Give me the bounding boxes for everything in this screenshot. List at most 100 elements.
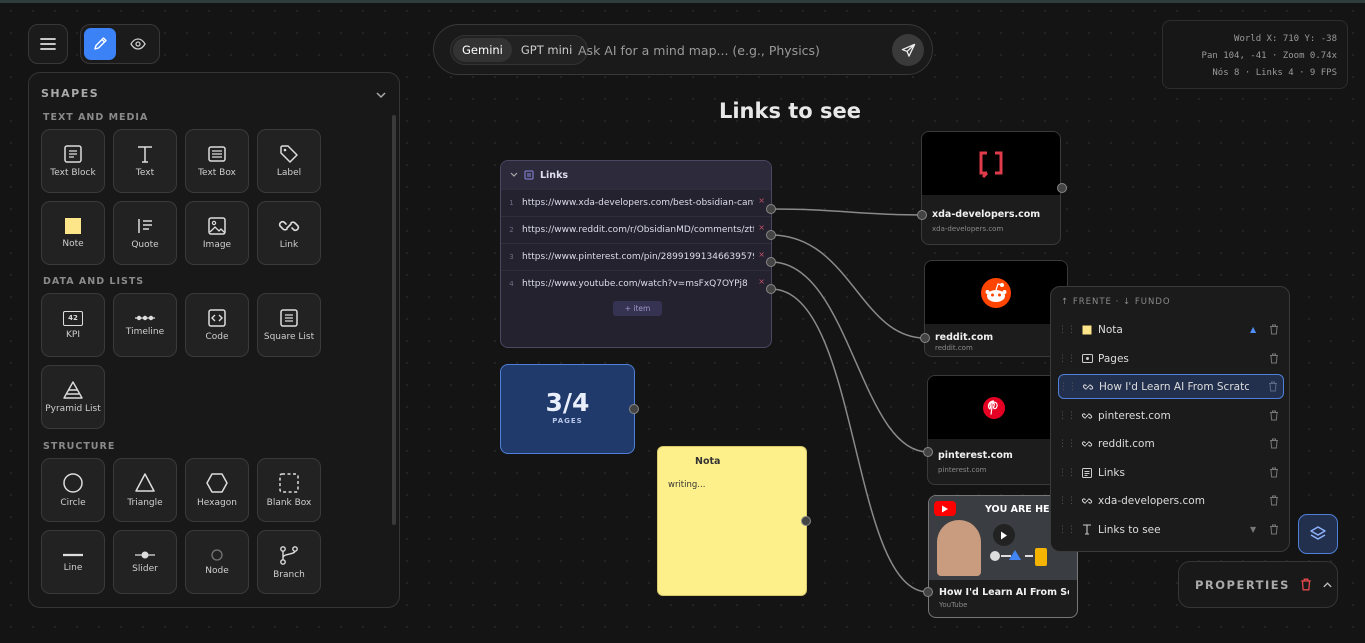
shape-label[interactable]: Label [257,129,321,193]
drag-handle-icon[interactable]: ⋮⋮ [1058,525,1076,535]
item-url[interactable]: https://www.pinterest.com/pin/2899199134… [522,252,754,262]
play-button[interactable] [993,524,1015,546]
view-mode-button[interactable] [122,28,154,60]
list-item[interactable]: 3 https://www.pinterest.com/pin/28991991… [501,243,771,270]
xda-out-port[interactable] [1057,183,1067,193]
list-item[interactable]: 1 https://www.xda-developers.com/best-ob… [501,189,771,216]
ai-prompt-input[interactable] [578,39,878,61]
layers-toggle-button[interactable] [1298,514,1338,554]
youtube-in-port[interactable] [923,587,933,597]
shape-link[interactable]: Link [257,201,321,265]
layer-item-selected[interactable]: ⋮⋮ How I'd Learn AI From Scratch [1058,374,1284,399]
shape-label: Branch [273,570,305,580]
item-url[interactable]: https://www.xda-developers.com/best-obsi… [522,198,754,208]
drag-handle-icon[interactable]: ⋮⋮ [1058,411,1076,421]
layers-panel: ↑ FRENTE · ↓ FUNDO ⋮⋮ Nota ▲ ⋮⋮ Pages ⋮⋮… [1050,286,1290,552]
add-item-button[interactable]: + item [613,301,662,316]
trash-icon[interactable] [1269,410,1279,421]
shape-circle[interactable]: Circle [41,458,105,522]
layer-item[interactable]: ⋮⋮ reddit.com [1058,431,1284,456]
pages-kpi-node[interactable]: 3/4 PAGES [500,364,635,454]
links-port-3[interactable] [766,257,776,267]
pages-port[interactable] [629,404,639,414]
shape-text[interactable]: Text [113,129,177,193]
send-button[interactable] [892,34,924,66]
remove-item-icon[interactable]: × [758,196,765,205]
list-item[interactable]: 2 https://www.reddit.com/r/ObsidianMD/co… [501,216,771,243]
links-list-node[interactable]: Links 1 https://www.xda-developers.com/b… [500,160,772,348]
shape-image[interactable]: Image [185,201,249,265]
chevron-up-icon[interactable] [1322,581,1333,589]
list-item[interactable]: 4 https://www.youtube.com/watch?v=msFxQ7… [501,270,771,297]
edit-mode-button[interactable] [84,28,116,60]
move-down-icon[interactable]: ▼ [1250,525,1264,534]
shape-blank-box[interactable]: Blank Box [257,458,321,522]
link-card-reddit[interactable]: reddit.com reddit.com [924,260,1068,357]
shape-slider[interactable]: Slider [113,530,177,594]
shape-triangle[interactable]: Triangle [113,458,177,522]
shape-branch[interactable]: Branch [257,530,321,594]
layer-item[interactable]: ⋮⋮ Nota ▲ [1058,317,1284,342]
links-port-1[interactable] [766,204,776,214]
properties-bar[interactable]: PROPERTIES [1178,561,1338,608]
shape-quote[interactable]: Quote [113,201,177,265]
trash-icon[interactable] [1269,467,1279,478]
kpi-icon [1081,354,1093,363]
links-port-4[interactable] [766,284,776,294]
play-icon [1001,531,1007,539]
item-url[interactable]: https://www.reddit.com/r/ObsidianMD/comm… [522,225,754,235]
shape-kpi[interactable]: 42 KPI [41,293,105,357]
trash-icon[interactable] [1269,438,1279,449]
move-up-icon[interactable]: ▲ [1250,325,1264,334]
xda-in-port[interactable] [917,210,927,220]
reddit-in-port[interactable] [920,333,930,343]
note-node[interactable]: Nota writing... [657,446,807,596]
model-option-gemini[interactable]: Gemini [453,38,512,62]
shape-hexagon[interactable]: Hexagon [185,458,249,522]
drag-handle-icon[interactable]: ⋮⋮ [1058,468,1076,478]
note-body[interactable]: writing... [668,480,705,490]
panel-scrollbar[interactable] [392,115,396,525]
shape-pyramid-list[interactable]: Pyramid List [41,365,105,429]
shape-note[interactable]: Note [41,201,105,265]
link-card-xda[interactable]: xda-developers.com xda-developers.com [921,131,1061,245]
drag-handle-icon[interactable]: ⋮⋮ [1058,496,1076,506]
shape-text-box[interactable]: Text Box [185,129,249,193]
layers-back-label: ↓ FUNDO [1123,297,1171,307]
chevron-down-icon[interactable] [510,172,518,178]
layer-item[interactable]: ⋮⋮ pinterest.com [1058,403,1284,428]
collapse-panel-button[interactable] [375,85,387,104]
remove-item-icon[interactable]: × [758,250,765,259]
drag-handle-icon[interactable]: ⋮⋮ [1058,325,1076,335]
layer-item[interactable]: ⋮⋮ xda-developers.com [1058,488,1284,513]
pinterest-in-port[interactable] [923,447,933,457]
drag-handle-icon[interactable]: ⋮⋮ [1059,382,1077,392]
layer-label: Links to see [1098,523,1161,536]
model-option-gpt-mini[interactable]: GPT mini [512,38,581,62]
note-port[interactable] [801,516,811,526]
remove-item-icon[interactable]: × [758,277,765,286]
layer-item[interactable]: ⋮⋮ Links to see ▼ [1058,517,1284,542]
shape-node[interactable]: Node [185,530,249,594]
links-port-2[interactable] [766,230,776,240]
trash-icon[interactable] [1300,578,1312,591]
trash-icon[interactable] [1269,324,1279,335]
link-card-pinterest[interactable]: pinterest.com pinterest.com [927,375,1061,485]
shape-text-block[interactable]: Text Block [41,129,105,193]
drag-handle-icon[interactable]: ⋮⋮ [1058,439,1076,449]
item-url[interactable]: https://www.youtube.com/watch?v=msFxQ7OY… [522,279,754,289]
trash-icon[interactable] [1268,381,1278,392]
menu-button[interactable] [28,24,68,64]
shape-code[interactable]: Code [185,293,249,357]
trash-icon[interactable] [1269,495,1279,506]
trash-icon[interactable] [1269,353,1279,364]
layer-item[interactable]: ⋮⋮ Pages [1058,346,1284,371]
layer-item[interactable]: ⋮⋮ Links [1058,460,1284,485]
shape-timeline[interactable]: Timeline [113,293,177,357]
shape-line[interactable]: Line [41,530,105,594]
drag-handle-icon[interactable]: ⋮⋮ [1058,354,1076,364]
canvas-title-node[interactable]: Links to see [640,99,940,123]
remove-item-icon[interactable]: × [758,223,765,232]
trash-icon[interactable] [1269,524,1279,535]
shape-square-list[interactable]: Square List [257,293,321,357]
